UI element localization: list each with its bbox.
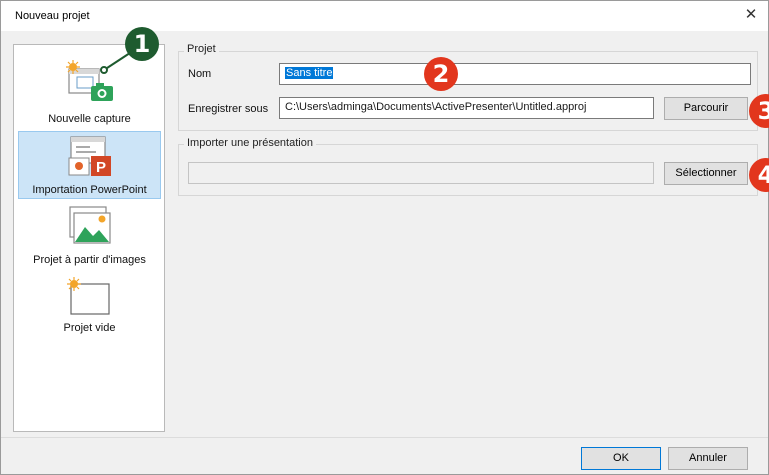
cancel-button[interactable]: Annuler bbox=[668, 447, 748, 470]
footer-divider bbox=[1, 437, 768, 438]
sidebar-item-label: Projet vide bbox=[63, 322, 116, 334]
new-project-dialog: Nouveau projet ✕ Nouvelle capture P Impo… bbox=[0, 0, 769, 475]
sidebar-item-label: Projet à partir d'images bbox=[33, 254, 146, 266]
project-type-list: Nouvelle capture P Importation PowerPoin… bbox=[13, 44, 165, 432]
save-path-value: C:\Users\adminga\Documents\ActivePresent… bbox=[285, 101, 587, 113]
blank-project-icon bbox=[67, 277, 110, 315]
import-file-field[interactable] bbox=[188, 162, 654, 184]
sidebar-item-import-powerpoint[interactable]: P Importation PowerPoint bbox=[18, 131, 161, 199]
sidebar-item-blank-project[interactable]: Projet vide bbox=[18, 275, 161, 341]
callout-badge-1: 1 bbox=[125, 27, 159, 61]
powerpoint-icon: P bbox=[68, 136, 111, 176]
save-as-label: Enregistrer sous bbox=[188, 103, 269, 115]
callout-badge-2: 2 bbox=[424, 57, 458, 91]
import-group-title: Importer une présentation bbox=[184, 137, 316, 149]
images-icon bbox=[69, 206, 111, 244]
project-group-title: Projet bbox=[184, 43, 219, 55]
ok-button[interactable]: OK bbox=[581, 447, 661, 470]
select-button[interactable]: Sélectionner bbox=[664, 162, 748, 185]
sidebar-item-label: Nouvelle capture bbox=[48, 113, 131, 125]
name-field-value: Sans titre bbox=[285, 67, 334, 79]
name-field[interactable]: Sans titre bbox=[279, 63, 751, 85]
sidebar-item-label: Importation PowerPoint bbox=[32, 184, 147, 196]
save-path-field[interactable]: C:\Users\adminga\Documents\ActivePresent… bbox=[279, 97, 654, 119]
dialog-title: Nouveau projet bbox=[15, 10, 90, 22]
close-icon[interactable]: ✕ bbox=[742, 6, 760, 24]
name-label: Nom bbox=[188, 68, 212, 80]
svg-text:P: P bbox=[96, 159, 106, 176]
browse-button[interactable]: Parcourir bbox=[664, 97, 748, 120]
title-bar: Nouveau projet ✕ bbox=[1, 1, 768, 31]
sidebar-item-images-project[interactable]: Projet à partir d'images bbox=[18, 205, 161, 271]
